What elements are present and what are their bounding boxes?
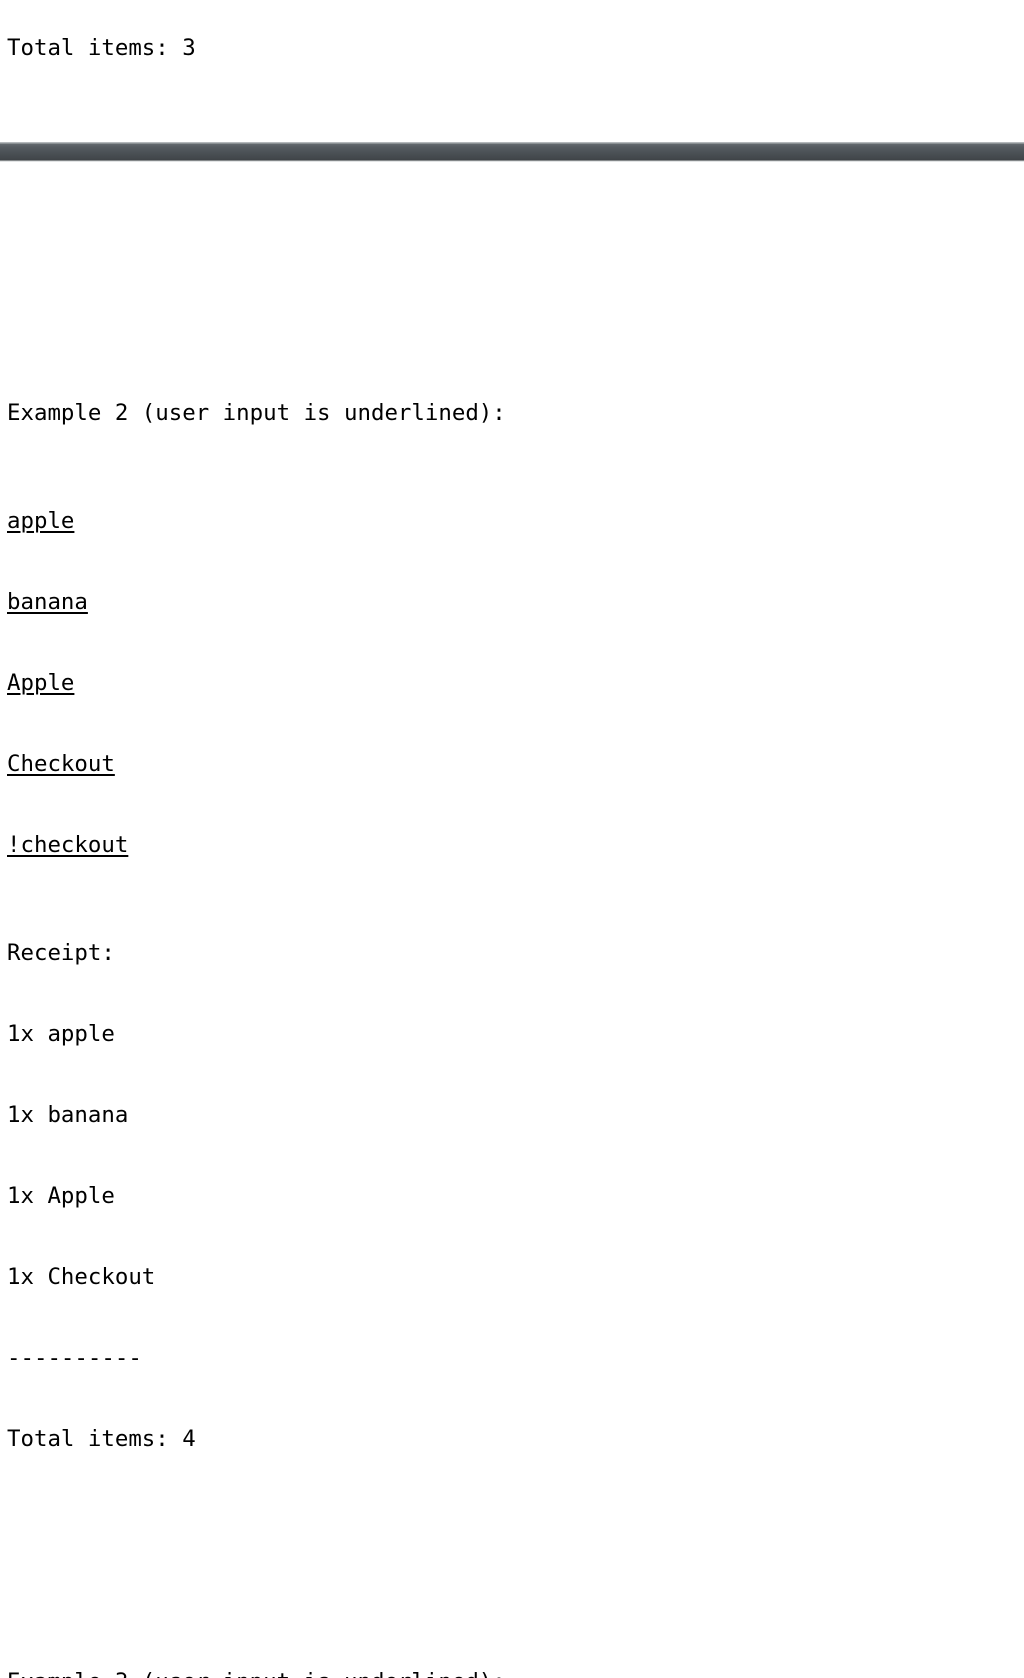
- user-input-text: Checkout: [7, 751, 115, 777]
- user-input-text: banana: [7, 589, 88, 615]
- user-input-text: !checkout: [7, 832, 129, 858]
- user-input-line: apple: [7, 508, 506, 535]
- example-heading: Example 2 (user input is underlined):: [7, 400, 506, 426]
- console-output-line: Receipt:: [7, 940, 115, 966]
- console-total-line: Total items: 4: [7, 1426, 196, 1452]
- console-output-line: 1x banana: [7, 1102, 129, 1128]
- user-input-line: Apple: [7, 670, 506, 697]
- console-output-line: 1x Apple: [7, 1183, 115, 1209]
- user-input-line: !checkout: [7, 832, 506, 859]
- console-output-line: 1x Checkout: [7, 1264, 156, 1290]
- console-line: Total items: 3: [7, 35, 196, 61]
- user-input-text: apple: [7, 508, 75, 534]
- console-divider-line: ----------: [7, 1345, 142, 1371]
- user-input-line: banana: [7, 589, 506, 616]
- previous-example-tail: Total items: 3: [7, 0, 196, 116]
- user-input-text: Apple: [7, 670, 75, 696]
- page-separator-bar: [0, 142, 1024, 162]
- example-heading: Example 3 (user input is underlined):: [7, 1669, 506, 1678]
- user-input-line: Checkout: [7, 751, 506, 778]
- document-page: Total items: 3 Example 2 (user input is …: [0, 0, 1024, 1678]
- console-text-block: Example 2 (user input is underlined): ap…: [7, 292, 506, 1678]
- console-output-line: 1x apple: [7, 1021, 115, 1047]
